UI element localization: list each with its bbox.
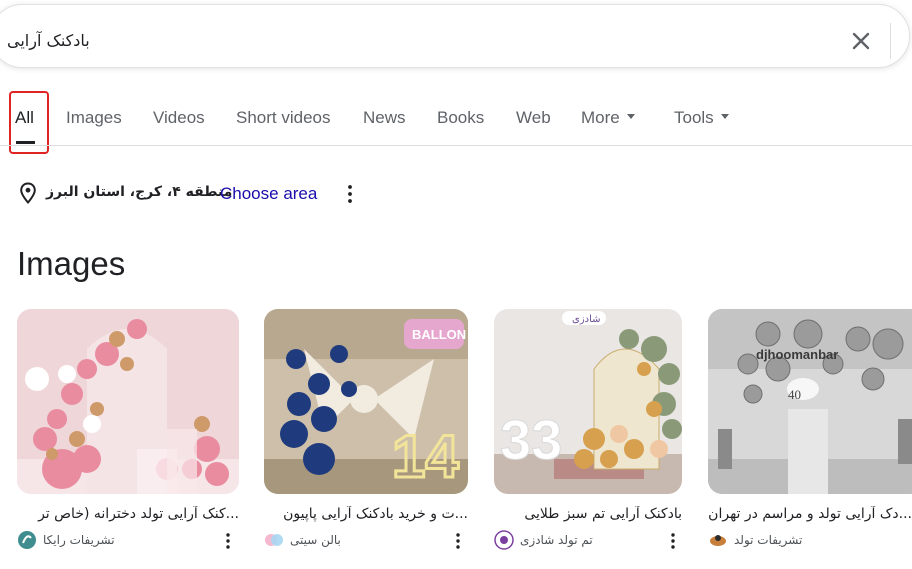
tab-books[interactable]: Books <box>437 108 484 128</box>
search-tabs: All Images Videos Short videos News Book… <box>0 98 912 146</box>
tab-news[interactable]: News <box>363 108 406 128</box>
sage-gold-balloon-image: 33 شادزی <box>494 309 682 494</box>
image-source[interactable]: تشریفات رایکا <box>17 530 217 552</box>
clear-search-button[interactable] <box>847 27 875 55</box>
svg-text:BALLON: BALLON <box>412 327 466 342</box>
source-favicon <box>265 534 283 546</box>
source-name: تشریفات تولد <box>734 533 803 547</box>
tab-short-videos[interactable]: Short videos <box>236 108 331 128</box>
active-tab-indicator <box>16 141 35 144</box>
choose-area-link[interactable]: Choose area <box>220 184 317 204</box>
silver-balloon-image: djhoomanbar 40 <box>708 309 912 494</box>
svg-text:شادزی: شادزی <box>572 314 601 325</box>
tab-more-label: More <box>581 108 620 127</box>
tabs-divider <box>0 145 912 146</box>
more-options-icon[interactable] <box>221 531 235 551</box>
image-source[interactable]: بالن سیتی <box>264 530 444 552</box>
source-name: تشریفات رایکا <box>43 533 115 547</box>
image-thumbnail[interactable]: BALLON 14 <box>264 309 468 494</box>
tab-images[interactable]: Images <box>66 108 122 128</box>
image-title[interactable]: ...دک آرایی تولد و مراسم در تهران <box>708 506 912 522</box>
image-title[interactable]: ...کنک آرایی تولد دخترانه (خاص تر <box>17 506 239 522</box>
image-thumbnail[interactable] <box>17 309 239 494</box>
search-divider <box>890 23 891 59</box>
svg-text:40: 40 <box>788 387 801 402</box>
caret-down-icon <box>720 114 729 120</box>
tab-tools[interactable]: Tools <box>674 108 729 128</box>
tab-more[interactable]: More <box>581 108 635 128</box>
location-pin-icon <box>20 182 36 204</box>
tab-tools-label: Tools <box>674 108 714 127</box>
image-thumbnail[interactable]: 33 شادزی <box>494 309 682 494</box>
source-favicon <box>18 531 36 549</box>
source-name: تم تولد شادزی <box>520 533 593 547</box>
search-box[interactable]: بادکنک آرایی <box>0 4 910 68</box>
close-icon <box>852 32 870 50</box>
navy-balloon-bow-image: BALLON 14 <box>264 309 468 494</box>
location-separator: · <box>210 183 215 200</box>
tab-videos[interactable]: Videos <box>153 108 205 128</box>
images-section-heading: Images <box>17 245 126 282</box>
more-options-icon[interactable] <box>666 531 680 551</box>
tab-all[interactable]: All <box>15 108 34 128</box>
svg-text:djhoomanbar: djhoomanbar <box>756 347 838 362</box>
svg-text:14: 14 <box>392 423 459 490</box>
more-options-icon[interactable] <box>451 531 465 551</box>
image-source[interactable]: تم تولد شادزی <box>494 530 654 552</box>
location-more-options-icon[interactable] <box>340 183 360 205</box>
svg-text:33: 33 <box>500 408 562 471</box>
location-text: منطقه ۴، کرج، استان البرز <box>46 184 233 200</box>
caret-down-icon <box>626 114 635 120</box>
tab-web[interactable]: Web <box>516 108 551 128</box>
search-input[interactable]: بادکنک آرایی <box>7 31 90 50</box>
image-title[interactable]: ...ت و خرید بادکنک آرایی پاپیون <box>264 506 468 522</box>
image-source[interactable]: تشریفات تولد <box>708 530 868 552</box>
image-title[interactable]: بادکنک آرایی تم سبز طلایی <box>494 506 682 522</box>
source-name: بالن سیتی <box>290 533 341 547</box>
image-thumbnail[interactable]: djhoomanbar 40 <box>708 309 912 494</box>
source-favicon <box>494 530 514 550</box>
location-row: منطقه ۴، کرج، استان البرز · Choose area <box>18 181 378 205</box>
pink-balloon-arch-image <box>17 309 239 494</box>
source-favicon <box>710 535 726 546</box>
